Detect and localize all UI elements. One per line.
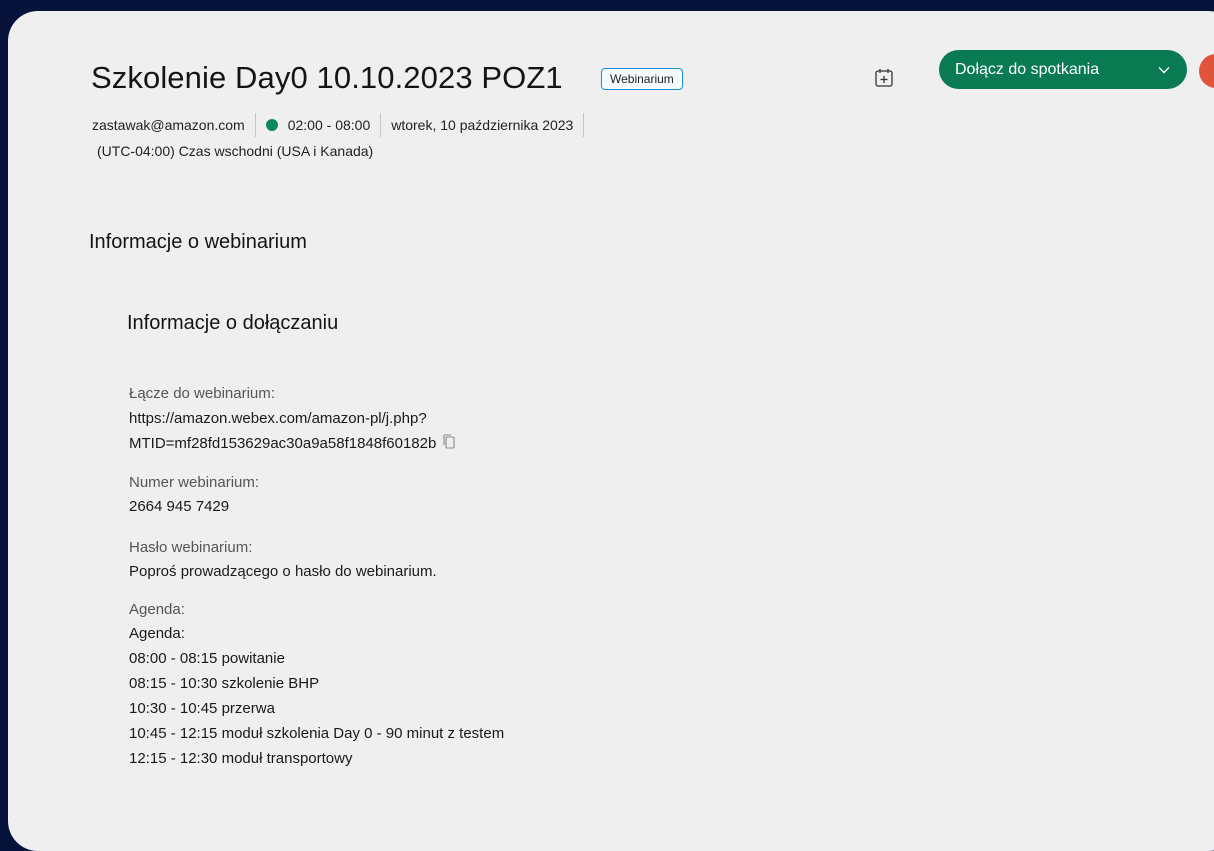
agenda-item: 12:15 - 12:30 moduł transportowy: [129, 750, 353, 767]
agenda-item: 08:00 - 08:15 powitanie: [129, 650, 285, 667]
meeting-date: wtorek, 10 października 2023: [391, 117, 574, 133]
webinar-type-badge: Webinarium: [601, 68, 683, 90]
webinar-link[interactable]: https://amazon.webex.com/amazon-pl/j.php…: [129, 406, 456, 456]
join-meeting-button[interactable]: Dołącz do spotkania: [939, 50, 1187, 89]
webinar-link-line[interactable]: https://amazon.webex.com/amazon-pl/j.php…: [129, 406, 456, 431]
meeting-meta-row: zastawak@amazon.com 02:00 - 08:00 wtorek…: [92, 113, 594, 137]
agenda-list: Agenda: 08:00 - 08:15 powitanie 08:15 - …: [129, 621, 504, 771]
agenda-item: 08:15 - 10:30 szkolenie BHP: [129, 675, 320, 692]
meta-divider: [254, 113, 256, 137]
meta-divider: [583, 113, 585, 137]
time-range: 02:00 - 08:00: [287, 117, 371, 133]
join-info-heading: Informacje o dołączaniu: [127, 312, 339, 334]
webinar-number-label: Numer webinarium:: [129, 474, 260, 491]
webinar-link-line[interactable]: MTID=mf28fd153629ac30a9a58f1848f60182b: [129, 435, 436, 452]
agenda-item: 10:45 - 12:15 moduł szkolenia Day 0 - 90…: [129, 725, 505, 742]
chevron-down-icon[interactable]: [1157, 63, 1171, 77]
webinar-password: Poproś prowadzącego o hasło do webinariu…: [129, 563, 437, 580]
calendar-add-icon[interactable]: [873, 67, 895, 89]
webinar-password-label: Hasło webinarium:: [129, 539, 253, 556]
meeting-title: Szkolenie Day0 10.10.2023 POZ1: [91, 60, 563, 95]
webinar-link-label: Łącze do webinarium:: [129, 385, 275, 402]
meeting-timezone: (UTC-04:00) Czas wschodni (USA i Kanada): [97, 143, 374, 159]
host-email: zastawak@amazon.com: [92, 117, 245, 133]
agenda-item: Agenda:: [129, 625, 185, 642]
webinar-number: 2664 945 7429: [129, 498, 230, 515]
meta-divider: [380, 113, 382, 137]
agenda-item: 10:30 - 10:45 przerwa: [129, 700, 275, 717]
webinar-info-heading: Informacje o webinarium: [89, 231, 307, 253]
agenda-label: Agenda:: [129, 601, 185, 618]
copy-icon[interactable]: [442, 433, 456, 449]
join-meeting-label: Dołącz do spotkania: [955, 60, 1100, 78]
status-dot-icon: [265, 119, 278, 131]
